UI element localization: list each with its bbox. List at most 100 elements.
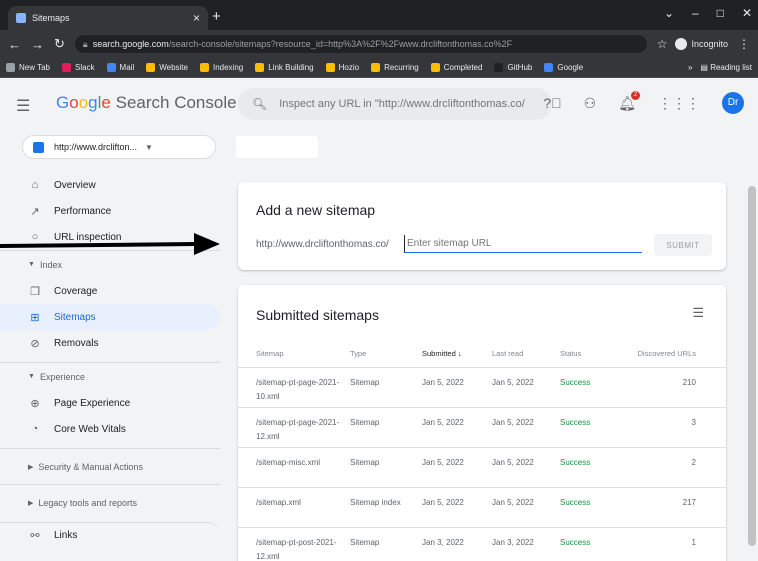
- help-icon[interactable]: ?⃝: [543, 95, 561, 111]
- submitted-sitemaps-card: Submitted sitemaps ☰ Sitemap Type Submit…: [238, 285, 726, 561]
- bookmark-item[interactable]: Hozio: [325, 63, 359, 72]
- browser-menu-icon[interactable]: ⋮: [738, 37, 750, 51]
- sidebar-item-links[interactable]: ⚯ Links: [0, 522, 220, 548]
- section-security[interactable]: ▶ Security & Manual Actions: [0, 448, 220, 484]
- tab-search-icon[interactable]: ⌄: [664, 6, 674, 20]
- sidebar-item-sitemaps[interactable]: ⊞ Sitemaps: [0, 304, 220, 330]
- close-window-icon[interactable]: ✕: [742, 6, 752, 20]
- add-sitemap-title: Add a new sitemap: [256, 202, 376, 218]
- section-experience[interactable]: ▼ Experience: [0, 362, 220, 390]
- sidebar-item-page-experience[interactable]: ⊕ Page Experience: [0, 390, 220, 416]
- bookmark-item[interactable]: Completed: [430, 63, 482, 72]
- users-settings-icon[interactable]: ⚇: [584, 95, 597, 112]
- collapse-caret-icon: ▼: [28, 261, 35, 268]
- bookmark-label: Google: [557, 63, 584, 72]
- bookmark-label: Link Building: [268, 63, 314, 72]
- section-legacy[interactable]: ▶ Legacy tools and reports: [0, 484, 220, 520]
- notifications-icon[interactable]: 🔔︎ 2: [618, 90, 640, 112]
- cell-sitemap: /sitemap-pt-post-2021-12.xml: [256, 538, 337, 561]
- table-row[interactable]: /sitemap-pt-post-2021-12.xml Sitemap Jan 3…: [238, 527, 726, 561]
- submit-button[interactable]: SUBMIT: [654, 234, 712, 256]
- minimize-icon[interactable]: –: [692, 6, 699, 20]
- section-index[interactable]: ▼ Index: [0, 250, 220, 278]
- lock-icon[interactable]: 🔒︎: [83, 39, 88, 50]
- reading-list-button[interactable]: ▤ Reading list: [700, 63, 752, 72]
- url-host: search.google.com: [92, 39, 169, 49]
- column-header-last-read[interactable]: Last read: [492, 347, 562, 361]
- bookmark-item[interactable]: Website: [146, 63, 188, 72]
- property-selector[interactable]: http://www.drclifton... ▼: [22, 135, 216, 159]
- table-row[interactable]: /sitemap-pt-page-2021-10.xml Sitemap Jan 5…: [238, 367, 726, 407]
- scrollbar-thumb[interactable]: [748, 186, 756, 546]
- column-header-type[interactable]: Type: [350, 347, 420, 361]
- tab-title: Sitemaps: [32, 13, 70, 23]
- cell-last-read: Jan 3, 2022: [492, 538, 534, 547]
- filter-icon[interactable]: ☰: [692, 305, 704, 321]
- sidebar-item-core-web-vitals[interactable]: ◔ Core Web Vitals: [0, 416, 220, 442]
- bookmark-item[interactable]: GitHub: [494, 63, 532, 72]
- url-inspection-search[interactable]: 🔍︎: [238, 88, 552, 120]
- cell-last-read: Jan 5, 2022: [492, 378, 534, 387]
- sitemap-icon: ⊞: [30, 311, 40, 324]
- bookmark-icon: [146, 63, 156, 72]
- reload-icon[interactable]: ↻: [54, 36, 65, 52]
- close-tab-icon[interactable]: ×: [193, 11, 200, 25]
- sidebar-item-coverage[interactable]: ❐ Coverage: [0, 278, 220, 304]
- more-bookmarks-icon[interactable]: »: [688, 63, 692, 72]
- column-header-sitemap[interactable]: Sitemap: [256, 347, 360, 361]
- header-actions: ?⃝ ⚇ 🔔︎ 2 ⋮⋮⋮ Dr: [543, 90, 744, 114]
- bookmark-icon: [199, 63, 209, 72]
- bookmark-item[interactable]: Recurring: [371, 63, 419, 72]
- cell-sitemap: /sitemap.xml: [256, 498, 301, 507]
- address-bar: ← → ↻ 🔒︎ search.google.com /search-conso…: [0, 30, 758, 58]
- cell-submitted: Jan 5, 2022: [422, 498, 464, 507]
- bookmark-star-icon[interactable]: ☆: [657, 37, 668, 51]
- bookmark-item[interactable]: New Tab: [6, 63, 50, 72]
- bookmark-item[interactable]: Indexing: [199, 63, 243, 72]
- bookmark-label: Recurring: [384, 63, 419, 72]
- new-tab-icon[interactable]: +: [212, 8, 221, 25]
- bookmark-item[interactable]: Mail: [106, 63, 134, 72]
- sidebar-item-performance[interactable]: ↗ Performance: [0, 198, 220, 224]
- cell-last-read: Jan 5, 2022: [492, 498, 534, 507]
- avatar[interactable]: Dr: [722, 92, 744, 114]
- incognito-indicator[interactable]: Incognito: [675, 38, 728, 50]
- sidebar-item-url-inspection[interactable]: ○ URL inspection: [0, 224, 220, 250]
- page-tab-placeholder: [236, 136, 318, 158]
- bookmark-item[interactable]: Google: [544, 63, 583, 72]
- page-experience-icon: ⊕: [30, 397, 40, 410]
- home-icon: ⌂: [31, 179, 39, 191]
- bookmark-icon: [325, 63, 335, 72]
- sitemap-url-input[interactable]: [404, 235, 642, 253]
- omnibox[interactable]: 🔒︎ search.google.com /search-console/sit…: [74, 35, 647, 53]
- sidebar-item-removals[interactable]: ⊘ Removals: [0, 330, 220, 356]
- column-header-submitted[interactable]: Submitted ↓: [422, 347, 492, 361]
- maximize-icon[interactable]: □: [717, 6, 724, 20]
- back-icon[interactable]: ←: [8, 37, 21, 52]
- gauge-icon: ◔: [31, 423, 39, 435]
- table-row[interactable]: /sitemap-pt-page-2021-12.xml Sitemap Jan 5…: [238, 407, 726, 447]
- hamburger-menu-icon[interactable]: ☰: [16, 96, 30, 116]
- bookmark-icon: [106, 63, 116, 72]
- browser-tab[interactable]: Sitemaps ×: [8, 6, 208, 30]
- search-console-logo[interactable]: Google Search Console: [56, 93, 237, 113]
- links-icon: ⚯: [30, 530, 40, 542]
- sidebar-item-overview[interactable]: ⌂ Overview: [0, 172, 220, 198]
- bookmark-item[interactable]: Slack: [61, 63, 95, 72]
- table-body: /sitemap-pt-page-2021-10.xml Sitemap Jan 5…: [238, 367, 726, 561]
- table-row[interactable]: /sitemap-misc.xml Sitemap Jan 5, 2022 Jan 5…: [238, 447, 726, 487]
- forward-icon[interactable]: →: [31, 37, 44, 52]
- add-sitemap-card: Add a new sitemap http://www.drcliftonth…: [238, 182, 726, 270]
- cell-sitemap: /sitemap-pt-page-2021-12.xml: [256, 418, 340, 441]
- apps-grid-icon[interactable]: ⋮⋮⋮: [658, 95, 700, 112]
- cell-discovered-urls: 210: [682, 378, 696, 387]
- search-console-app: ☰ Google Search Console 🔍︎ ?⃝ ⚇ 🔔︎2 ⋮⋮⋮ …: [0, 78, 758, 561]
- cell-discovered-urls: 1: [691, 538, 696, 547]
- table-row[interactable]: /sitemap.xml Sitemap index Jan 5, 2022 Jan …: [238, 487, 726, 527]
- window-controls: ⌄ – □ ✕: [664, 6, 752, 20]
- inspect-url-input[interactable]: [279, 98, 538, 110]
- column-header-discovered-urls[interactable]: Discovered URLs: [606, 347, 696, 361]
- property-url: http://www.drclifton...: [54, 142, 138, 152]
- bookmark-item[interactable]: Link Building: [255, 63, 314, 72]
- coverage-icon: ❐: [30, 285, 40, 298]
